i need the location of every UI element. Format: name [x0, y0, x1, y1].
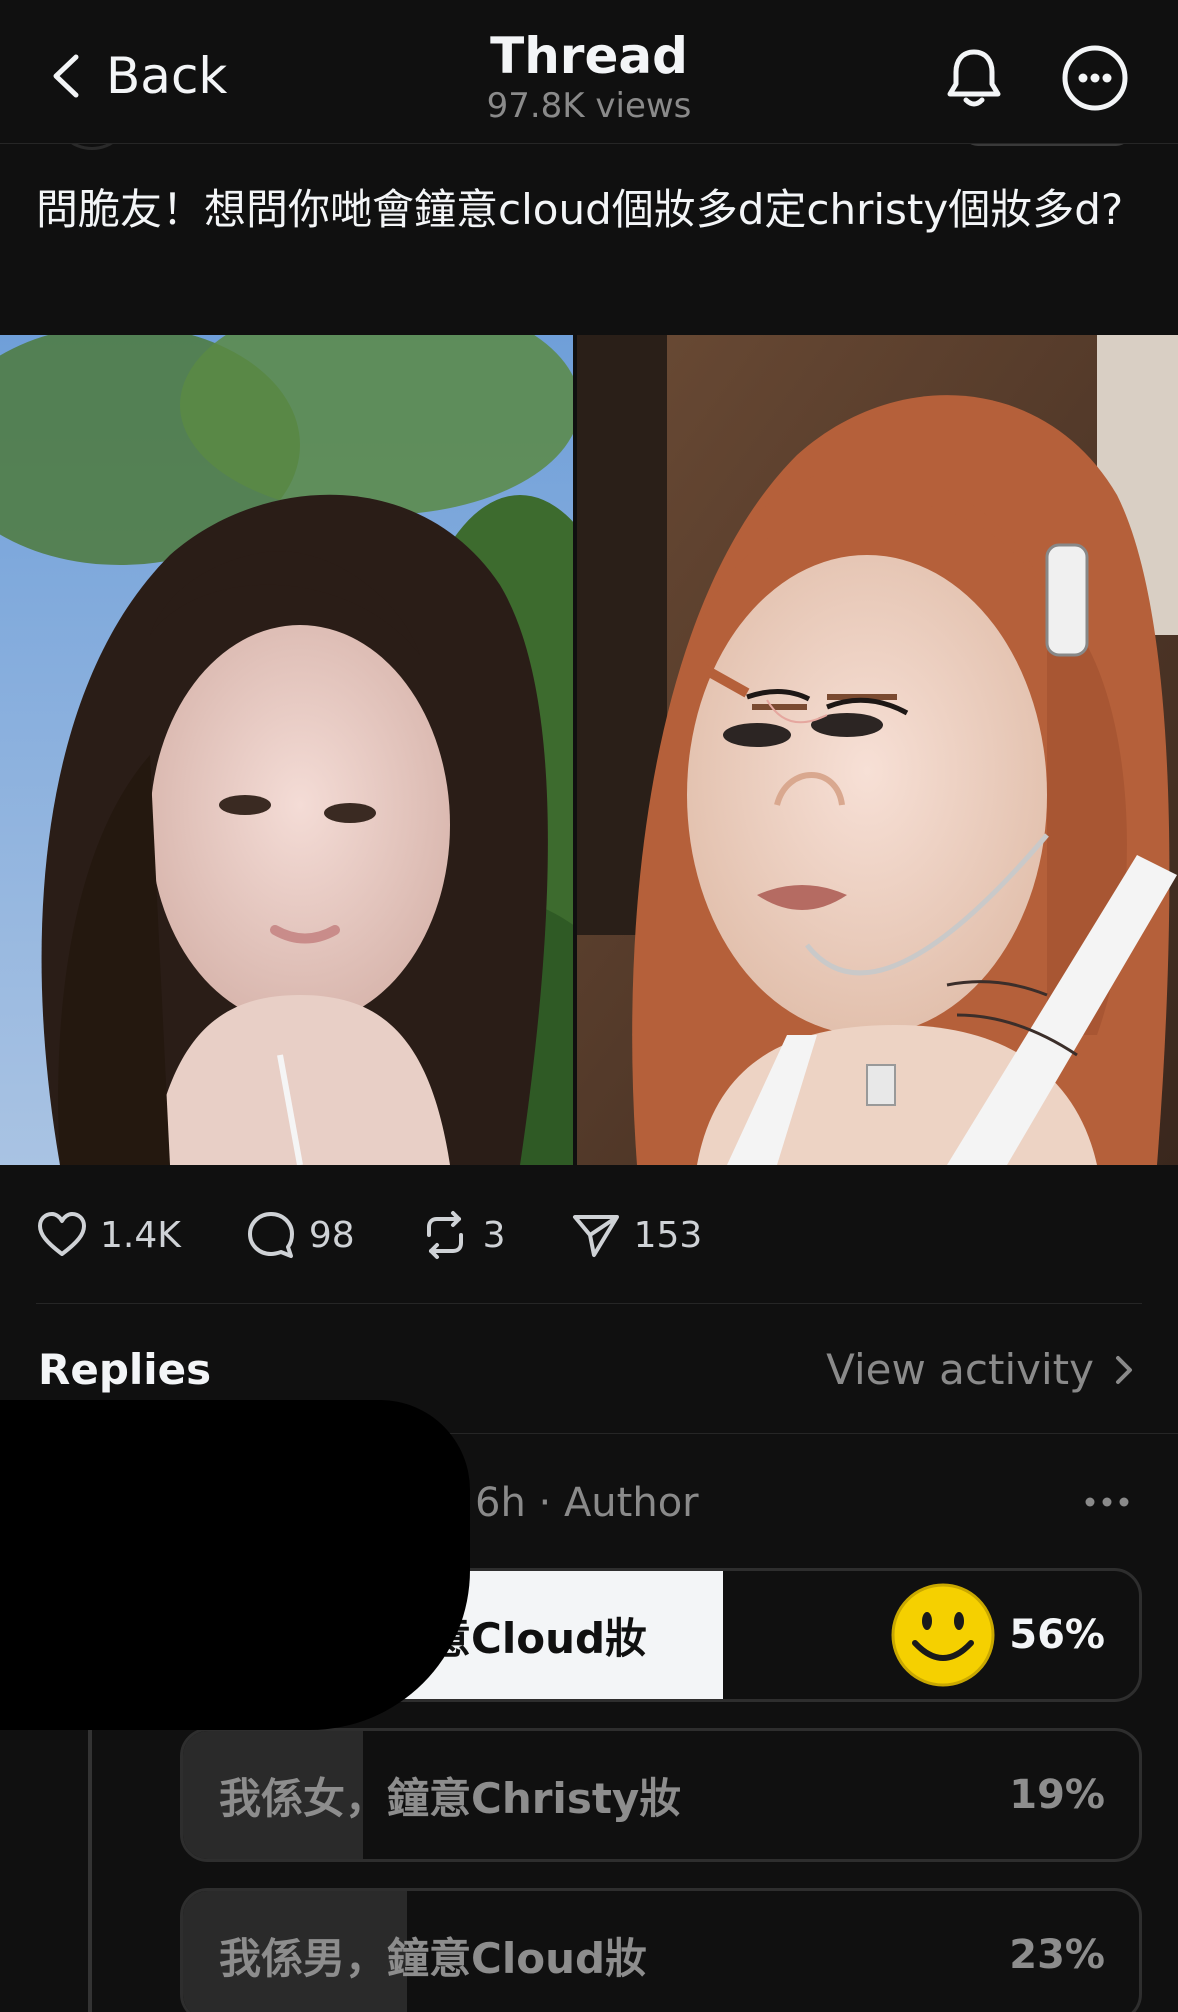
reply-meta: 6h · Author [475, 1480, 699, 1526]
share-button[interactable]: 153 [570, 1209, 703, 1261]
chevron-right-icon [1116, 1355, 1132, 1384]
redaction-mark [0, 1620, 140, 1700]
back-label: Back [106, 47, 228, 105]
title-block: Thread 97.8K views [389, 26, 789, 126]
share-count: 153 [633, 1214, 703, 1256]
top-bar: Back Thread 97.8K views [0, 0, 1178, 144]
replies-label: Replies [38, 1345, 212, 1394]
back-button[interactable]: Back [48, 46, 227, 106]
smiley-icon [891, 1583, 995, 1687]
page-title: Thread [490, 27, 688, 85]
like-button[interactable]: 1.4K [36, 1209, 181, 1261]
photo-right-illustration [577, 335, 1178, 1165]
bell-icon[interactable] [940, 44, 1008, 112]
thread-line [88, 1720, 92, 2012]
repost-icon [426, 1211, 463, 1259]
comment-button[interactable]: 98 [245, 1209, 355, 1261]
comment-count: 98 [308, 1214, 355, 1256]
like-count: 1.4K [100, 1214, 181, 1256]
replies-header: Replies View activity [0, 1335, 1178, 1405]
poll-option-label: 我係男，鐘意Cloud妝 [219, 1933, 648, 1983]
comment-icon [247, 1212, 294, 1258]
poll-option-percent: 19% [1009, 1772, 1105, 1818]
divider [36, 1303, 1142, 1304]
repost-count: 3 [482, 1214, 506, 1256]
post-actions: 1.4K 98 3 153 [36, 1205, 766, 1265]
more-horizontal-icon[interactable] [1082, 1490, 1132, 1514]
view-activity-link[interactable]: View activity [826, 1345, 1138, 1394]
poll-option[interactable]: 我係女，鐘意Christy妝 19% [180, 1728, 1142, 1862]
photo-left-illustration [0, 335, 573, 1165]
poll-option-percent: 56% [1009, 1612, 1105, 1658]
more-options-icon[interactable] [1061, 44, 1129, 112]
heart-icon [38, 1212, 86, 1256]
poll-option-percent: 23% [1009, 1932, 1105, 1978]
view-activity-label: View activity [826, 1345, 1094, 1394]
view-count: 97.8K views [486, 86, 692, 126]
repost-button[interactable]: 3 [419, 1209, 506, 1261]
poll-option[interactable]: 我係男，鐘意Cloud妝 23% [180, 1888, 1142, 2012]
post-image-right[interactable] [577, 335, 1178, 1165]
chevron-left-icon [53, 54, 79, 98]
send-icon [572, 1215, 619, 1257]
post-text: 問脆友！想問你哋會鐘意cloud個妝多d定christy個妝多d? [36, 185, 1124, 234]
post-image-left[interactable] [0, 335, 573, 1165]
poll-option-label: 我係女，鐘意Christy妝 [219, 1773, 682, 1823]
